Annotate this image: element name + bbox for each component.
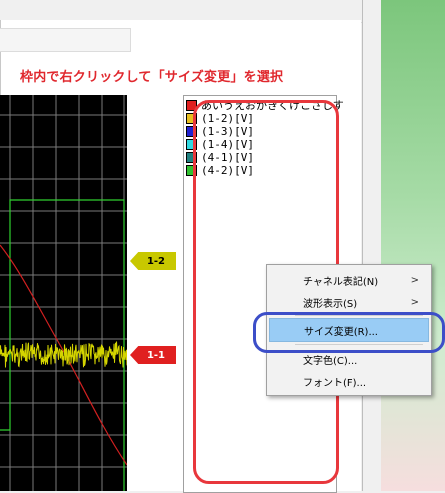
app-window: 枠内で右クリックして「サイズ変更」を選択 1-2 1-1 あいうえおかきくけこさ… — [0, 0, 362, 493]
marker-1-1[interactable]: 1-1 — [130, 346, 176, 364]
desktop-background — [381, 0, 445, 491]
menu-item-waveform-display[interactable]: 波形表示(S) > — [269, 291, 427, 313]
vertical-scrollbar[interactable] — [362, 0, 382, 491]
waveform-display[interactable] — [0, 95, 127, 491]
header-strip — [0, 28, 131, 52]
marker-1-2[interactable]: 1-2 — [130, 252, 176, 270]
marker-1-1-label: 1-1 — [146, 349, 166, 361]
marker-1-2-label: 1-2 — [146, 255, 166, 267]
trace-green — [0, 199, 125, 491]
menu-item-font[interactable]: フォント(F)... — [269, 370, 427, 392]
menu-item-channel-label[interactable]: チャネル表記(N) > — [269, 269, 427, 291]
chevron-right-icon: > — [410, 274, 419, 286]
menu-item-label: 波形表示(S) — [303, 298, 358, 310]
chevron-right-icon: > — [410, 296, 419, 308]
menu-item-label: 文字色(C)... — [303, 355, 358, 367]
grid-lines — [0, 95, 127, 491]
menu-item-label: チャネル表記(N) — [303, 276, 379, 288]
menu-highlight-annotation — [253, 312, 445, 353]
waveform-svg — [0, 95, 127, 491]
trace-yellow — [0, 341, 127, 368]
menu-item-label: フォント(F)... — [303, 377, 367, 389]
instruction-text: 枠内で右クリックして「サイズ変更」を選択 — [20, 70, 284, 85]
